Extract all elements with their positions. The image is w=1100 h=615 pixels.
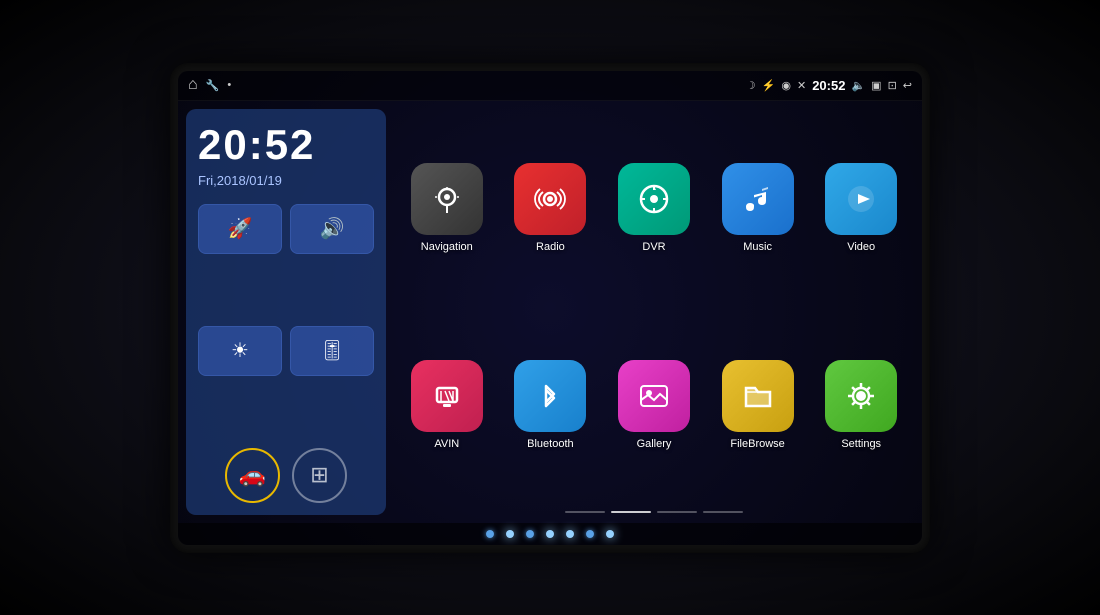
dvr-icon-bg [618,163,690,235]
led-strip [178,523,922,545]
display-icon: ▣ [871,79,881,92]
led-1 [486,530,494,538]
window-icon: ⊡ [888,79,897,92]
app-gallery[interactable]: Gallery [607,312,701,499]
moon-icon: ☽ [746,79,756,92]
quick-controls: 🚀 🔊 ☀ 🎚 [198,204,374,440]
page-indicators [394,505,914,515]
car-button[interactable]: 🚗 [225,448,280,503]
gallery-icon-bg [618,360,690,432]
bottom-controls: 🚗 ⊞ [198,448,374,503]
status-bar: ⌂ 🔧 • ☽ ⚡ ◉ ✕ 20:52 🔈 ▣ ⊡ ↩ [178,71,922,101]
home-icon[interactable]: ⌂ [188,76,198,94]
page-dot-1[interactable] [565,511,605,513]
app-video[interactable]: Video [814,115,908,302]
led-6 [586,530,594,538]
status-bar-left: ⌂ 🔧 • [188,76,231,94]
avin-icon-bg [411,360,483,432]
volume-button[interactable]: 🔊 [290,204,374,254]
page-dot-2[interactable] [611,511,651,513]
page-dot-4[interactable] [703,511,743,513]
gallery-label: Gallery [637,438,672,450]
settings-label: Settings [841,438,881,450]
avin-label: AVIN [434,438,459,450]
status-time: 20:52 [812,78,845,93]
app-navigation[interactable]: Navigation [400,115,494,302]
led-3 [526,530,534,538]
app-dvr[interactable]: DVR [607,115,701,302]
brightness-button[interactable]: ☀ [198,326,282,376]
dvr-label: DVR [642,241,665,253]
app-bluetooth[interactable]: Bluetooth [504,312,598,499]
app-radio[interactable]: Radio [504,115,598,302]
main-content: 20:52 Fri,2018/01/19 🚀 🔊 ☀ 🎚 🚗 ⊞ [178,101,922,523]
navigation-label: Navigation [421,241,473,253]
car-frame: ⌂ 🔧 • ☽ ⚡ ◉ ✕ 20:52 🔈 ▣ ⊡ ↩ [0,0,1100,615]
led-2 [506,530,514,538]
date-display: Fri,2018/01/19 [198,173,374,188]
launch-button[interactable]: 🚀 [198,204,282,254]
location-icon: ◉ [781,79,791,92]
page-dot-3[interactable] [657,511,697,513]
app-grid: Navigation Radio [394,109,914,505]
settings-icon-bg [825,360,897,432]
launcher-icon: 🔧 [206,79,220,92]
apps-button[interactable]: ⊞ [292,448,347,503]
status-bar-right: ☽ ⚡ ◉ ✕ 20:52 🔈 ▣ ⊡ ↩ [746,78,912,93]
app-filebrowse[interactable]: FileBrowse [711,312,805,499]
bluetooth-icon-bg [514,360,586,432]
bluetooth-status-icon: ⚡ [762,79,776,92]
video-label: Video [847,241,875,253]
led-5 [566,530,574,538]
left-panel: 20:52 Fri,2018/01/19 🚀 🔊 ☀ 🎚 🚗 ⊞ [186,109,386,515]
radio-label: Radio [536,241,565,253]
equalizer-button[interactable]: 🎚 [290,326,374,376]
led-4 [546,530,554,538]
video-icon-bg [825,163,897,235]
filebrowse-icon-bg [722,360,794,432]
led-7 [606,530,614,538]
app-grid-container: Navigation Radio [394,109,914,515]
music-label: Music [743,241,772,253]
app-avin[interactable]: AVIN [400,312,494,499]
back-icon[interactable]: ↩ [903,79,912,92]
clock-display: 20:52 [198,121,374,169]
music-icon-bg [722,163,794,235]
notification-dot: • [227,79,231,91]
volume-icon: 🔈 [851,79,865,92]
screen-bezel: ⌂ 🔧 • ☽ ⚡ ◉ ✕ 20:52 🔈 ▣ ⊡ ↩ [170,63,930,553]
screen: ⌂ 🔧 • ☽ ⚡ ◉ ✕ 20:52 🔈 ▣ ⊡ ↩ [178,71,922,545]
app-music[interactable]: Music [711,115,805,302]
bluetooth-label: Bluetooth [527,438,573,450]
signal-icon: ✕ [797,79,806,92]
radio-icon-bg [514,163,586,235]
navigation-icon-bg [411,163,483,235]
filebrowse-label: FileBrowse [730,438,784,450]
app-settings[interactable]: Settings [814,312,908,499]
